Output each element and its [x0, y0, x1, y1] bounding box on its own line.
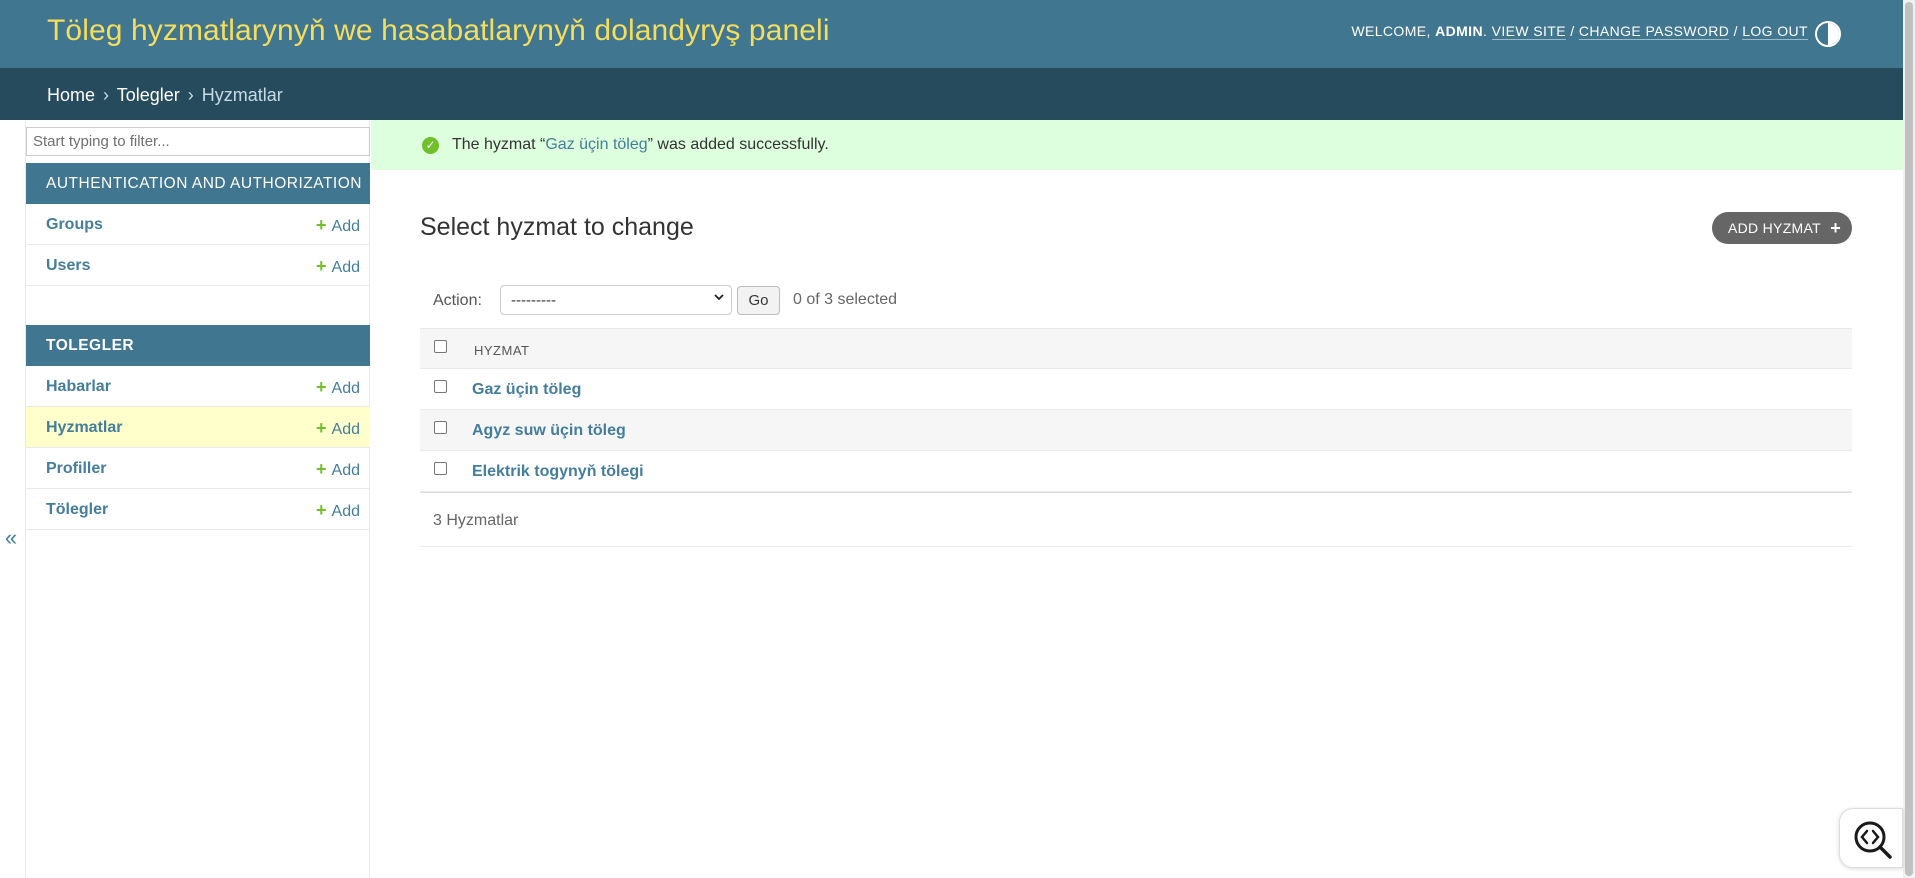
check-circle-icon: ✓ — [422, 137, 439, 154]
breadcrumb: Home › Tolegler › Hyzmatlar — [0, 68, 1903, 120]
success-message: ✓ The hyzmat “Gaz üçin töleg” was added … — [371, 120, 1903, 170]
sidebar-item-habarlar: Habarlar + Add — [26, 366, 370, 407]
add-label: Add — [331, 380, 360, 397]
add-tolegler-link[interactable]: + Add — [316, 500, 360, 521]
table-header: HYZMAT — [420, 328, 1852, 369]
view-site-link[interactable]: View site — [1491, 23, 1566, 40]
add-hyzmat-button[interactable]: ADD HYZMAT + — [1712, 212, 1852, 244]
sidebar-item-hyzmatlar: Hyzmatlar + Add — [26, 407, 370, 448]
table-row: Gaz üçin töleg — [420, 369, 1852, 410]
user-tools: Welcome, admin. View site / Change passw… — [1351, 23, 1808, 40]
chevron-down-icon — [713, 291, 725, 306]
action-label: Action: — [433, 292, 482, 309]
selection-counter: 0 of 3 selected — [793, 291, 898, 308]
breadcrumb-separator: › — [103, 85, 110, 105]
column-header-hyzmat[interactable]: HYZMAT — [474, 343, 529, 358]
sidebar-item-habarlar-link[interactable]: Habarlar — [46, 378, 111, 396]
sidebar-item-tolegler: Tölegler + Add — [26, 489, 370, 530]
add-hyzmat-label: ADD HYZMAT — [1728, 220, 1821, 236]
plus-icon: + — [316, 256, 327, 276]
go-button[interactable]: Go — [737, 286, 780, 315]
code-search-icon — [1854, 821, 1892, 859]
row-link[interactable]: Gaz üçin töleg — [472, 381, 581, 399]
breadcrumb-home[interactable]: Home — [47, 85, 95, 105]
message-text: The hyzmat “Gaz üçin töleg” was added su… — [452, 136, 829, 154]
sidebar-item-groups-link[interactable]: Groups — [46, 216, 103, 234]
username: admin — [1435, 23, 1483, 39]
sidebar-item-groups: Groups + Add — [26, 204, 370, 245]
add-hyzmatlar-link[interactable]: + Add — [316, 418, 360, 439]
plus-icon: + — [1830, 218, 1841, 238]
table-row: Elektrik togynyň tölegi — [420, 451, 1852, 492]
plus-icon: + — [316, 377, 327, 397]
site-title[interactable]: Töleg hyzmatlarynyň we hasabatlarynyň do… — [47, 14, 830, 48]
breadcrumb-separator: › — [187, 85, 194, 105]
scrollbar-thumb[interactable] — [1905, 2, 1913, 876]
breadcrumb-current: Hyzmatlar — [201, 85, 283, 105]
separator: / — [1570, 23, 1575, 39]
log-out-link[interactable]: Log out — [1742, 23, 1808, 40]
breadcrumb-app[interactable]: Tolegler — [117, 85, 180, 105]
nav-sidebar: AUTHENTICATION AND AUTHORIZATION Groups … — [25, 120, 370, 878]
message-object-link[interactable]: Gaz üçin töleg — [545, 136, 647, 153]
result-count: 3 Hyzmatlar — [433, 512, 519, 529]
sidebar-item-profiller-link[interactable]: Profiller — [46, 460, 106, 478]
add-label: Add — [331, 259, 360, 276]
row-link[interactable]: Elektrik togynyň tölegi — [472, 463, 644, 481]
separator: / — [1733, 23, 1738, 39]
add-label: Add — [331, 503, 360, 520]
message-prefix: The hyzmat “ — [452, 136, 546, 153]
toggle-nav-sidebar-button[interactable]: « — [0, 525, 22, 550]
select-all-checkbox[interactable] — [434, 340, 447, 353]
module-caption-auth[interactable]: AUTHENTICATION AND AUTHORIZATION — [26, 163, 370, 204]
plus-icon: + — [316, 418, 327, 438]
nav-filter-input[interactable] — [26, 127, 370, 156]
page-title: Select hyzmat to change — [420, 213, 694, 241]
add-groups-link[interactable]: + Add — [316, 215, 360, 236]
theme-toggle-icon[interactable] — [1815, 21, 1841, 47]
page-scrollbar[interactable] — [1903, 0, 1915, 878]
add-label: Add — [331, 218, 360, 235]
table-row: Agyz suw üçin töleg — [420, 410, 1852, 451]
add-habarlar-link[interactable]: + Add — [316, 377, 360, 398]
sidebar-item-users-link[interactable]: Users — [46, 257, 90, 275]
welcome-text: Welcome, — [1351, 23, 1431, 39]
row-checkbox[interactable] — [434, 462, 447, 475]
row-link[interactable]: Agyz suw üçin töleg — [472, 422, 626, 440]
plus-icon: + — [316, 500, 327, 520]
module-caption-tolegler[interactable]: TOLEGLER — [26, 325, 370, 366]
site-header: Töleg hyzmatlarynyň we hasabatlarynyň do… — [0, 0, 1903, 68]
paginator: 3 Hyzmatlar — [420, 492, 1852, 547]
add-label: Add — [331, 421, 360, 438]
code-search-widget-button[interactable] — [1839, 808, 1903, 868]
action-selected-value: --------- — [511, 292, 556, 309]
change-password-link[interactable]: Change password — [1578, 23, 1730, 40]
plus-icon: + — [316, 459, 327, 479]
add-users-link[interactable]: + Add — [316, 256, 360, 277]
add-label: Add — [331, 462, 360, 479]
sidebar-item-profiller: Profiller + Add — [26, 448, 370, 489]
row-checkbox[interactable] — [434, 380, 447, 393]
add-profiller-link[interactable]: + Add — [316, 459, 360, 480]
sidebar-item-hyzmatlar-link[interactable]: Hyzmatlar — [46, 419, 122, 437]
message-suffix: ” was added successfully. — [647, 136, 829, 153]
actions-bar: Action: --------- Go 0 of 3 selected — [420, 283, 1852, 329]
sidebar-item-tolegler-link[interactable]: Tölegler — [46, 501, 108, 519]
row-checkbox[interactable] — [434, 421, 447, 434]
sidebar-item-users: Users + Add — [26, 245, 370, 286]
action-select[interactable]: --------- — [500, 285, 732, 315]
plus-icon: + — [316, 215, 327, 235]
